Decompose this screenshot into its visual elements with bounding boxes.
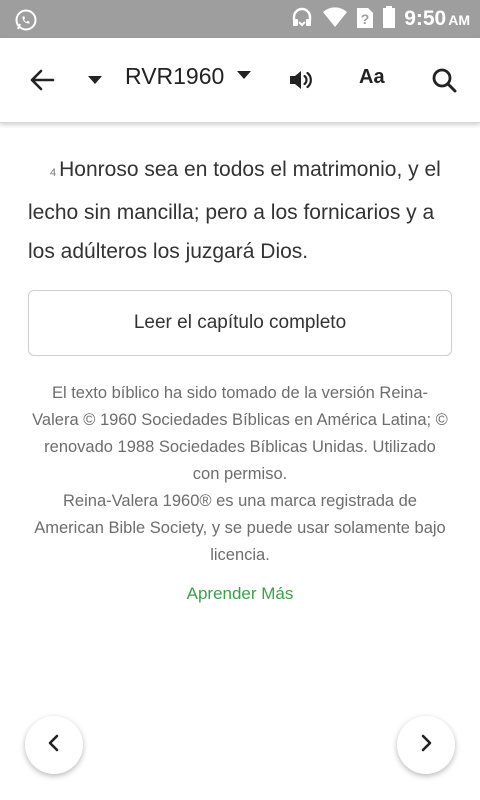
verse-number: 4 <box>50 167 57 179</box>
chevron-right-icon <box>416 733 436 758</box>
chevron-down-icon[interactable] <box>86 73 104 87</box>
search-icon[interactable] <box>430 66 458 94</box>
svg-text:?: ? <box>361 11 370 27</box>
status-ampm: AM <box>448 12 470 28</box>
version-chevron-icon <box>236 68 252 86</box>
battery-icon <box>382 5 396 34</box>
audio-icon[interactable] <box>286 66 314 94</box>
version-label: RVR1960 <box>125 63 225 89</box>
copyright-line-2: Reina-Valera 1960® es una marca registra… <box>34 492 446 564</box>
no-sim-icon: ? <box>356 5 374 34</box>
wifi-icon <box>322 6 348 33</box>
whatsapp-icon <box>14 8 38 32</box>
learn-more-link[interactable]: Aprender Más <box>0 584 480 604</box>
verse-text-block: 4 Honroso sea en todos el matrimonio, y e… <box>28 150 456 271</box>
status-time: 9:50 <box>404 7 447 30</box>
version-selector[interactable]: RVR1960 <box>125 63 252 90</box>
status-bar: ? 9:50 AM <box>0 0 480 38</box>
next-button[interactable] <box>397 716 455 774</box>
clock: 9:50 AM <box>404 7 470 31</box>
verse-text: Honroso sea en todos el matrimonio, y el… <box>28 158 441 263</box>
headset-icon <box>290 5 314 34</box>
copyright-notice: El texto bíblico ha sido tomado de la ve… <box>30 380 450 569</box>
read-full-chapter-button[interactable]: Leer el capítulo completo <box>28 290 452 356</box>
back-arrow-icon[interactable] <box>28 66 56 94</box>
copyright-line-1: El texto bíblico ha sido tomado de la ve… <box>32 384 448 483</box>
font-size-button[interactable]: Aa <box>359 66 385 89</box>
app-toolbar: RVR1960 Aa <box>0 38 480 123</box>
previous-button[interactable] <box>25 716 83 774</box>
chevron-left-icon <box>44 733 64 758</box>
